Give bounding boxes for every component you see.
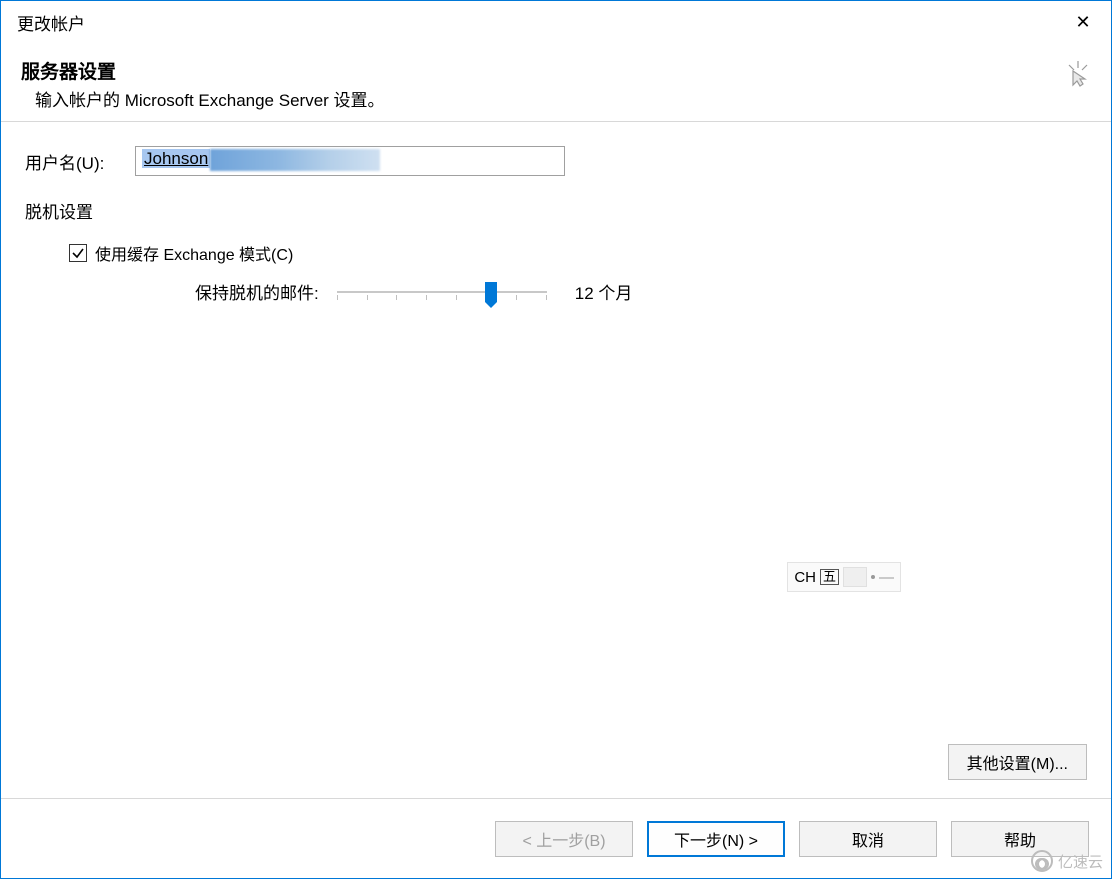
slider-label: 保持脱机的邮件: xyxy=(195,279,319,304)
username-label: 用户名(U): xyxy=(25,149,135,174)
ime-indicator[interactable]: CH 五 — xyxy=(787,562,901,592)
header-subtitle: 输入帐户的 Microsoft Exchange Server 设置。 xyxy=(35,86,1091,111)
change-account-dialog: 更改帐户 ✕ 服务器设置 输入帐户的 Microsoft Exchange Se… xyxy=(0,0,1112,879)
ime-lang: CH xyxy=(794,569,816,586)
wizard-footer: < 上一步(B) 下一步(N) > 取消 帮助 xyxy=(1,798,1111,878)
username-row: 用户名(U): Johnson xyxy=(25,146,1087,176)
ime-dash-icon: — xyxy=(879,569,894,586)
cache-mode-checkbox[interactable] xyxy=(69,244,87,262)
close-icon: ✕ xyxy=(1075,12,1090,33)
cancel-button[interactable]: 取消 xyxy=(799,821,937,857)
offline-duration-slider[interactable] xyxy=(337,280,547,304)
ime-dot-icon xyxy=(871,575,875,579)
slider-value: 12 个月 xyxy=(575,279,633,304)
cache-mode-row: 使用缓存 Exchange 模式(C) xyxy=(69,241,1087,265)
check-icon xyxy=(71,246,85,260)
body-area: 用户名(U): Johnson 脱机设置 使用缓存 Exchange 模式(C)… xyxy=(1,122,1111,798)
username-input[interactable]: Johnson xyxy=(135,146,565,176)
ime-blank-icon xyxy=(843,567,867,587)
offline-section-title: 脱机设置 xyxy=(25,198,1087,223)
help-button[interactable]: 帮助 xyxy=(951,821,1089,857)
slider-track-line xyxy=(337,291,547,293)
offline-mail-slider-row: 保持脱机的邮件: 12 个月 xyxy=(195,279,1087,304)
header-section: 服务器设置 输入帐户的 Microsoft Exchange Server 设置… xyxy=(1,43,1111,122)
username-value: Johnson xyxy=(142,149,210,168)
slider-thumb[interactable] xyxy=(485,282,497,302)
back-button: < 上一步(B) xyxy=(495,821,633,857)
cache-mode-label: 使用缓存 Exchange 模式(C) xyxy=(95,241,293,265)
slider-ticks xyxy=(337,295,547,301)
ime-mode: 五 xyxy=(820,569,839,585)
cursor-spark-icon xyxy=(1065,61,1091,92)
window-title: 更改帐户 xyxy=(17,10,85,35)
more-settings-button[interactable]: 其他设置(M)... xyxy=(948,744,1087,780)
username-redacted xyxy=(210,149,380,171)
titlebar: 更改帐户 ✕ xyxy=(1,1,1111,43)
header-title: 服务器设置 xyxy=(21,57,1091,84)
next-button[interactable]: 下一步(N) > xyxy=(647,821,785,857)
close-button[interactable]: ✕ xyxy=(1055,1,1111,43)
